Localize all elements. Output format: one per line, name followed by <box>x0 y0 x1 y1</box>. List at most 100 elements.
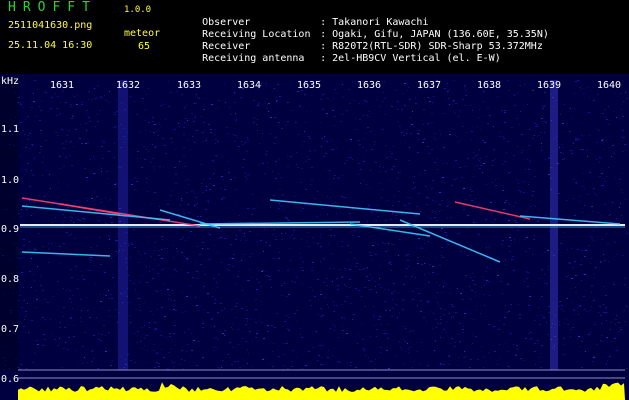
noise-pixel <box>257 105 259 106</box>
noise-pixel <box>166 337 167 338</box>
noise-pixel <box>265 271 266 272</box>
noise-pixel <box>498 329 500 330</box>
noise-pixel <box>140 254 141 255</box>
noise-pixel <box>170 92 172 93</box>
noise-pixel <box>492 182 493 183</box>
noise-pixel <box>168 106 170 107</box>
noise-pixel <box>146 335 148 336</box>
noise-pixel <box>397 121 398 122</box>
noise-pixel <box>21 209 22 210</box>
noise-pixel <box>580 149 582 150</box>
noise-pixel <box>250 319 251 320</box>
noise-pixel <box>480 165 482 166</box>
noise-pixel <box>71 118 73 119</box>
time-tick: 1631 <box>49 80 75 91</box>
noise-pixel <box>26 204 28 205</box>
noise-pixel <box>345 197 347 198</box>
noise-pixel <box>517 230 519 231</box>
noise-pixel <box>330 328 331 329</box>
noise-pixel <box>308 232 309 233</box>
noise-pixel <box>466 182 467 183</box>
noise-pixel <box>560 243 562 244</box>
noise-pixel <box>369 111 370 112</box>
noise-pixel <box>558 291 559 292</box>
noise-pixel <box>354 100 355 101</box>
noise-pixel <box>161 307 163 308</box>
noise-pixel <box>70 216 71 217</box>
noise-pixel <box>548 306 550 307</box>
noise-pixel <box>28 332 29 333</box>
noise-pixel <box>349 213 351 214</box>
noise-pixel <box>172 362 174 363</box>
noise-pixel <box>64 327 66 328</box>
noise-pixel <box>300 334 301 335</box>
noise-pixel <box>331 149 332 150</box>
noise-pixel <box>67 289 68 290</box>
noise-pixel <box>580 89 581 90</box>
noise-pixel <box>391 293 393 294</box>
noise-pixel <box>229 342 231 343</box>
noise-pixel <box>399 239 401 240</box>
noise-pixel <box>300 257 301 258</box>
noise-pixel <box>428 301 430 302</box>
time-tick: 1636 <box>356 80 382 91</box>
noise-pixel <box>604 204 606 205</box>
noise-pixel <box>621 215 622 216</box>
noise-pixel <box>360 290 361 291</box>
noise-pixel <box>198 98 200 99</box>
noise-pixel <box>73 146 74 147</box>
noise-pixel <box>493 149 495 150</box>
noise-pixel <box>215 337 217 338</box>
noise-pixel <box>539 201 540 202</box>
noise-pixel <box>171 300 172 301</box>
noise-pixel <box>410 197 411 198</box>
noise-pixel <box>236 235 237 236</box>
noise-pixel <box>104 272 106 273</box>
noise-pixel <box>296 310 298 311</box>
noise-pixel <box>510 304 512 305</box>
noise-pixel <box>525 338 527 339</box>
noise-pixel <box>279 252 280 253</box>
noise-pixel <box>163 268 164 269</box>
noise-pixel <box>148 88 149 89</box>
noise-pixel <box>209 178 211 179</box>
noise-pixel <box>105 100 107 101</box>
noise-pixel <box>613 338 615 339</box>
noise-pixel <box>171 360 172 361</box>
noise-pixel <box>484 285 485 286</box>
noise-pixel <box>221 262 223 263</box>
noise-pixel <box>434 236 435 237</box>
noise-pixel <box>384 243 386 244</box>
noise-pixel <box>459 341 461 342</box>
noise-pixel <box>206 186 207 187</box>
noise-pixel <box>412 111 413 112</box>
noise-pixel <box>381 197 382 198</box>
noise-pixel <box>225 102 226 103</box>
noise-pixel <box>34 250 36 251</box>
noise-pixel <box>19 323 20 324</box>
noise-pixel <box>435 340 436 341</box>
noise-pixel <box>202 323 204 324</box>
noise-pixel <box>420 211 421 212</box>
noise-pixel <box>33 101 35 102</box>
noise-pixel <box>457 288 458 289</box>
noise-pixel <box>605 295 607 296</box>
noise-pixel <box>569 263 571 264</box>
noise-pixel <box>95 284 96 285</box>
noise-pixel <box>329 229 330 230</box>
noise-pixel <box>163 357 165 358</box>
noise-pixel <box>182 291 183 292</box>
noise-pixel <box>29 148 30 149</box>
noise-pixel <box>581 367 583 368</box>
noise-pixel <box>533 205 534 206</box>
noise-pixel <box>69 223 70 224</box>
noise-pixel <box>31 170 32 171</box>
noise-pixel <box>575 137 577 138</box>
noise-pixel <box>425 186 427 187</box>
noise-pixel <box>70 317 72 318</box>
noise-pixel <box>424 170 426 171</box>
noise-pixel <box>371 289 373 290</box>
noise-pixel <box>65 102 67 103</box>
noise-pixel <box>275 236 276 237</box>
noise-pixel <box>137 342 138 343</box>
